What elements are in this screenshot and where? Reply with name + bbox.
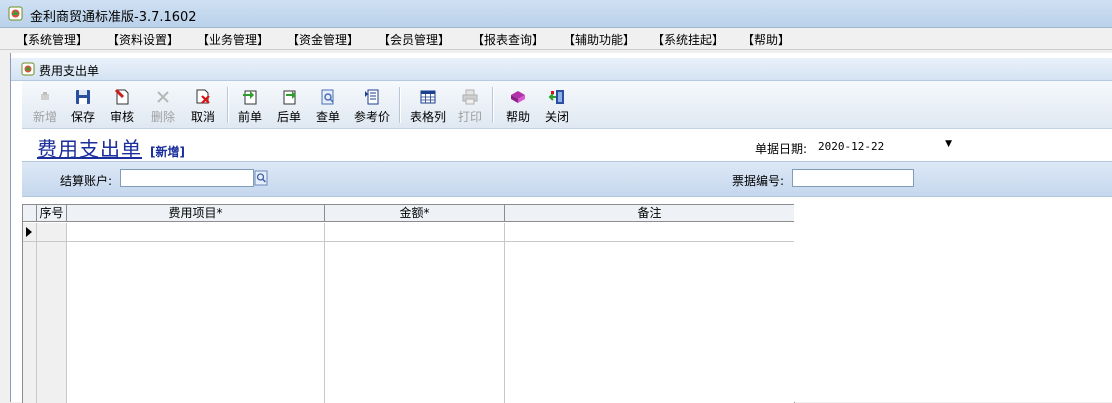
cancel-label: 取消 xyxy=(190,110,215,124)
app-icon xyxy=(8,6,23,21)
column-header-expense-item[interactable]: 费用项目* xyxy=(67,205,325,222)
table-cols-label: 表格列 xyxy=(409,110,446,124)
menu-help[interactable]: 【帮助】 xyxy=(742,31,790,48)
grid-empty-area xyxy=(794,204,1112,402)
bill-number-label: 票据编号: xyxy=(732,174,785,188)
menu-funds[interactable]: 【资金管理】 xyxy=(287,31,359,48)
table-icon xyxy=(420,90,436,104)
help-book-icon xyxy=(511,91,525,103)
printer-icon xyxy=(462,89,478,105)
lookup-icon[interactable] xyxy=(254,170,268,186)
audit-button[interactable]: 审核 xyxy=(102,85,142,125)
print-label: 打印 xyxy=(457,110,482,124)
close-label: 关闭 xyxy=(544,110,569,124)
menu-data-settings[interactable]: 【资料设置】 xyxy=(107,31,179,48)
delete-icon xyxy=(157,91,169,103)
save-icon xyxy=(76,90,90,104)
toolbar-separator xyxy=(227,87,229,123)
ref-price-button[interactable]: 参考价 xyxy=(350,85,394,125)
save-label: 保存 xyxy=(70,110,95,124)
expense-item-cell[interactable] xyxy=(67,223,325,403)
column-header-amount[interactable]: 金额* xyxy=(325,205,505,222)
row-divider xyxy=(23,241,795,242)
column-header-seq[interactable]: 序号 xyxy=(37,205,67,222)
audit-icon xyxy=(114,88,129,105)
prev-doc-icon xyxy=(243,90,257,105)
menu-bar: 【系统管理】 【资料设置】 【业务管理】 【资金管理】 【会员管理】 【报表查询… xyxy=(0,28,1112,50)
toolbar-separator xyxy=(399,87,401,123)
save-button[interactable]: 保存 xyxy=(63,85,103,125)
table-cols-button[interactable]: 表格列 xyxy=(406,85,450,125)
menu-members[interactable]: 【会员管理】 xyxy=(378,31,450,48)
menu-business[interactable]: 【业务管理】 xyxy=(197,31,269,48)
exit-door-icon xyxy=(548,90,564,104)
cancel-icon xyxy=(196,89,210,104)
prev-button[interactable]: 前单 xyxy=(230,85,270,125)
new-button[interactable]: 新增 xyxy=(25,85,65,125)
help-label: 帮助 xyxy=(505,110,530,124)
menu-suspend[interactable]: 【系统挂起】 xyxy=(652,31,724,48)
menu-auxiliary[interactable]: 【辅助功能】 xyxy=(563,31,635,48)
next-doc-icon xyxy=(283,90,296,105)
new-icon xyxy=(41,92,49,100)
date-picker[interactable]: 2020-12-22 ▼ xyxy=(814,137,956,154)
new-label: 新增 xyxy=(32,110,57,124)
window-title: 金利商贸通标准版-3.7.1602 xyxy=(30,10,197,25)
bill-number-input[interactable] xyxy=(792,169,914,187)
cancel-button[interactable]: 取消 xyxy=(183,85,223,125)
next-button[interactable]: 后单 xyxy=(269,85,309,125)
help-button[interactable]: 帮助 xyxy=(498,85,538,125)
child-window-caption: 费用支出单 xyxy=(11,58,1112,81)
ref-price-icon xyxy=(365,89,379,105)
row-indicator-column xyxy=(23,223,37,403)
account-input[interactable] xyxy=(120,169,254,187)
print-button[interactable]: 打印 xyxy=(450,85,490,125)
column-header-remark[interactable]: 备注 xyxy=(505,205,795,222)
next-label: 后单 xyxy=(276,110,301,124)
form-title: 费用支出单 xyxy=(37,137,142,161)
menu-reports[interactable]: 【报表查询】 xyxy=(472,31,544,48)
query-icon xyxy=(321,89,334,105)
date-label: 单据日期: xyxy=(755,142,808,156)
amount-cell[interactable] xyxy=(325,223,505,403)
filter-bar: 结算账户: 票据编号: xyxy=(22,161,1112,197)
date-value: 2020-12-22 xyxy=(818,140,885,153)
child-window-title: 费用支出单 xyxy=(39,64,100,78)
form-icon xyxy=(21,62,35,76)
delete-label: 删除 xyxy=(150,110,175,124)
close-button[interactable]: 关闭 xyxy=(537,85,577,125)
prev-label: 前单 xyxy=(237,110,262,124)
menu-system[interactable]: 【系统管理】 xyxy=(16,31,88,48)
audit-label: 审核 xyxy=(109,110,134,124)
form-header: 费用支出单 [新增] 单据日期: 2020-12-22 ▼ 结算账户: 票据编号… xyxy=(22,129,1112,202)
remark-cell[interactable] xyxy=(505,223,795,403)
account-label: 结算账户: xyxy=(60,174,113,188)
ref-price-label: 参考价 xyxy=(353,110,390,124)
delete-button[interactable]: 删除 xyxy=(143,85,183,125)
title-bar: 金利商贸通标准版-3.7.1602 xyxy=(0,0,1112,28)
toolbar-separator xyxy=(492,87,494,123)
current-row-arrow-icon xyxy=(26,227,32,237)
seq-column xyxy=(37,223,67,403)
form-status: [新增] xyxy=(150,145,185,159)
query-label: 查单 xyxy=(315,110,340,124)
query-button[interactable]: 查单 xyxy=(308,85,348,125)
grid-corner xyxy=(23,205,37,222)
toolbar: 新增 保存 审核 删除 取消 前单 后单 查单 参考价 表格列 打印 帮助 关闭 xyxy=(22,81,1112,129)
dropdown-arrow-icon[interactable]: ▼ xyxy=(945,139,952,149)
expense-grid[interactable]: 序号 费用项目* 金额* 备注 xyxy=(22,204,795,403)
